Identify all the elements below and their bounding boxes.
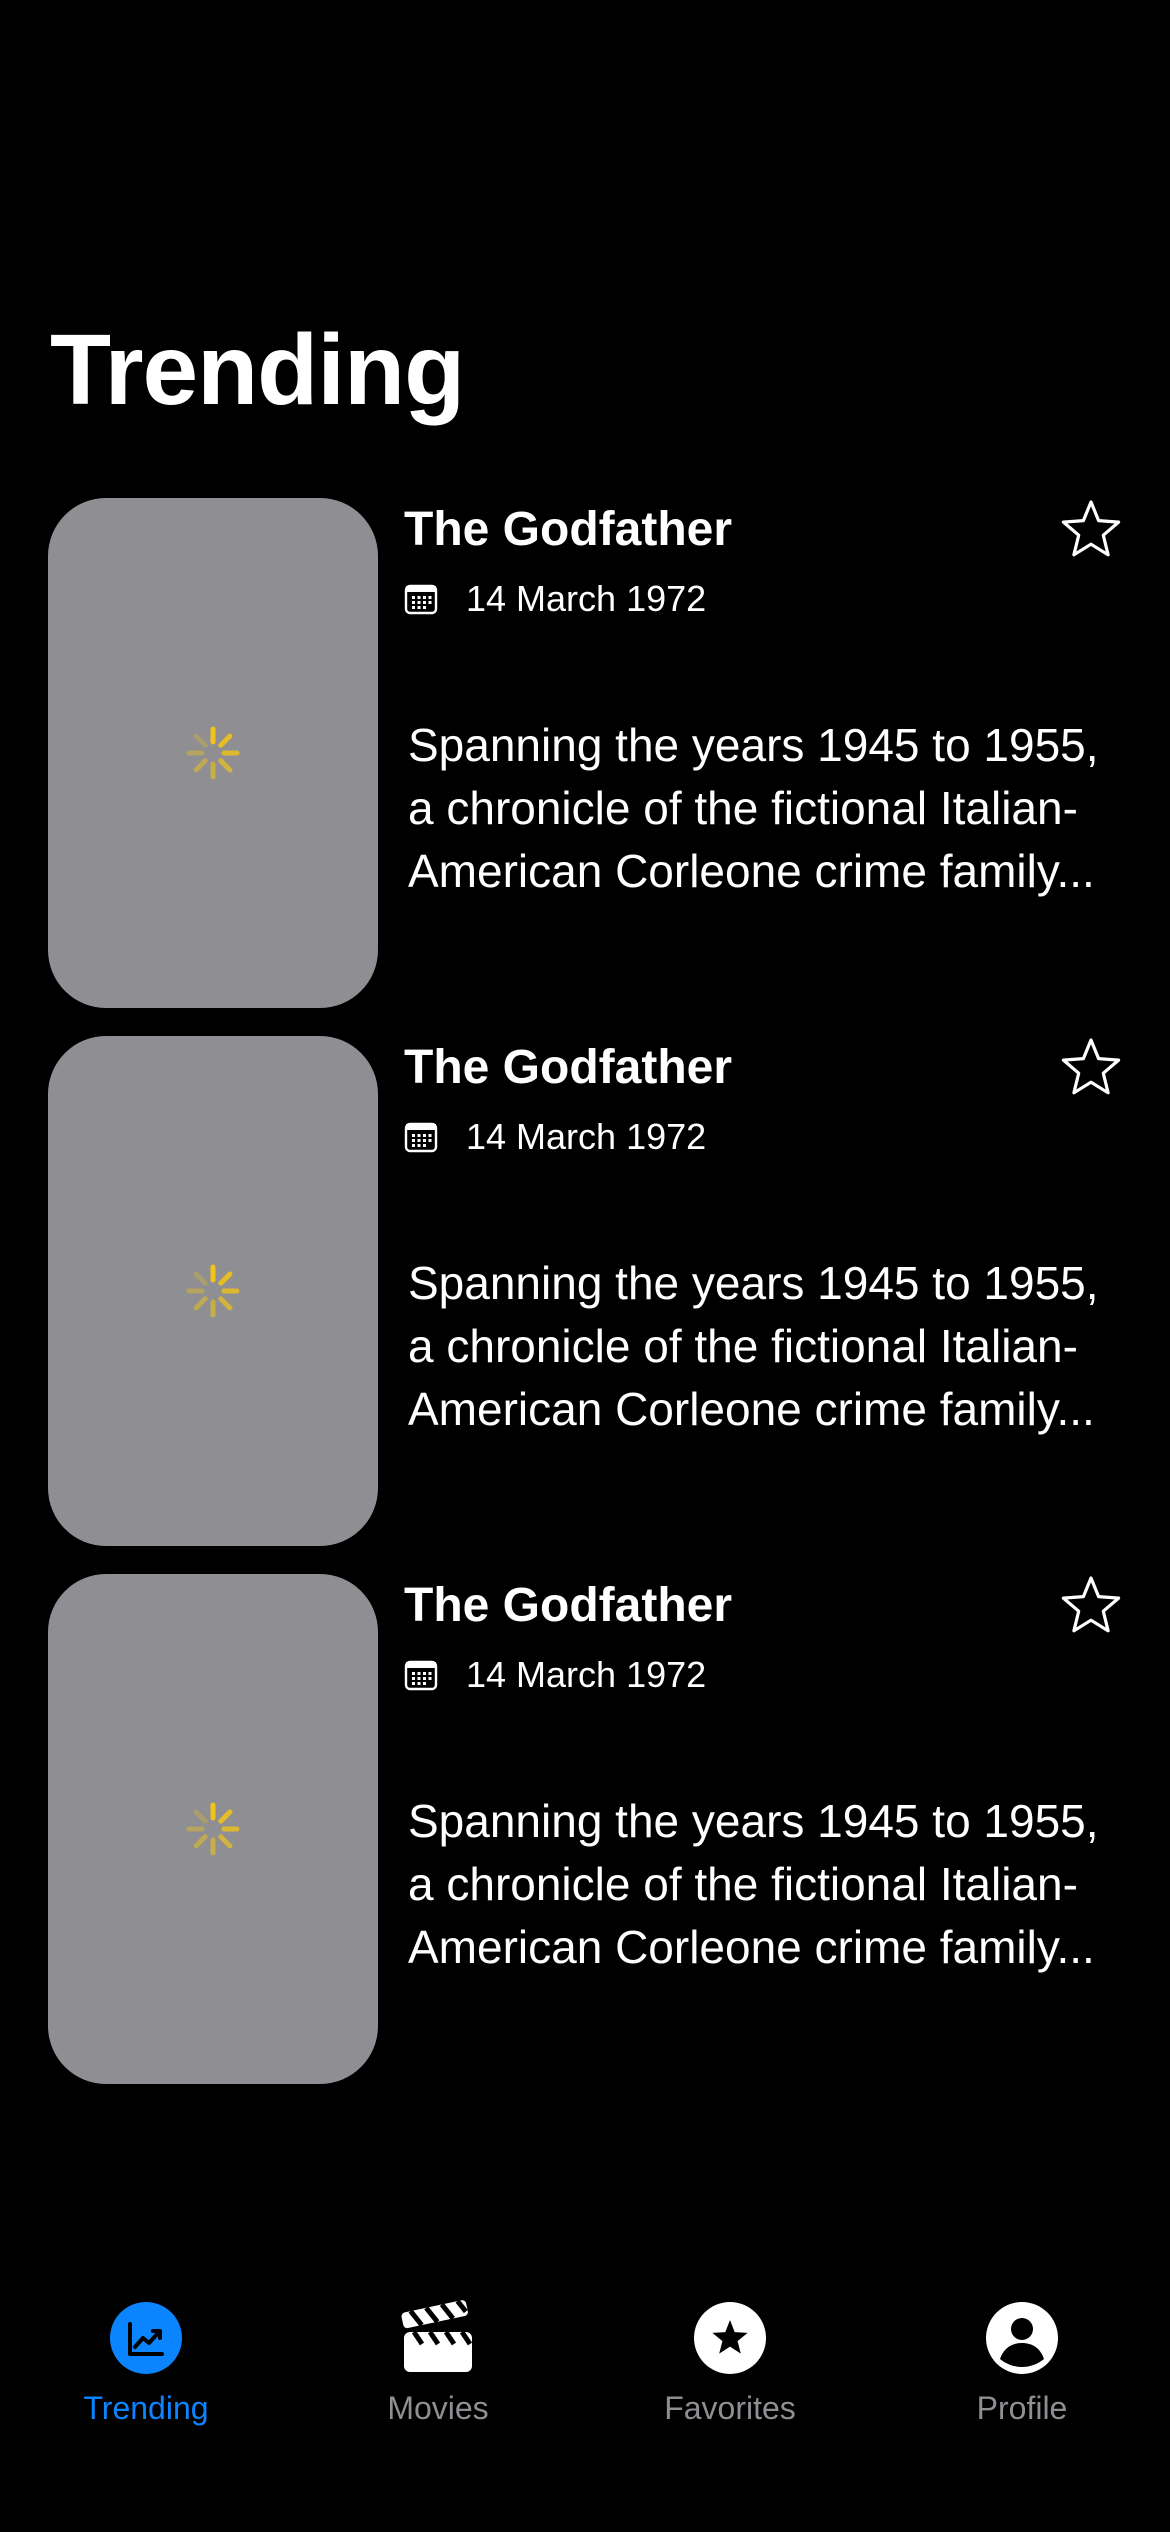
tab-bar: Trending Movies Favorites Profile — [0, 2290, 1170, 2450]
calendar-icon — [404, 1122, 438, 1153]
person-circle-icon — [986, 2302, 1058, 2374]
tab-label: Movies — [387, 2390, 489, 2426]
movie-card[interactable]: The Godfather 14 March 1972 Spanning the… — [0, 1574, 1170, 2112]
favorite-star-icon[interactable] — [1060, 498, 1122, 560]
loading-spinner-icon — [186, 726, 240, 780]
tab-label: Favorites — [664, 2390, 796, 2426]
poster-placeholder[interactable] — [48, 498, 378, 1008]
movie-list: The Godfather 14 March 1972 Spanning the… — [0, 498, 1170, 2112]
release-date-row: 14 March 1972 — [404, 1654, 706, 1696]
release-date-row: 14 March 1972 — [404, 578, 706, 620]
movie-card[interactable]: The Godfather 14 March 1972 Spanning the… — [0, 1036, 1170, 1574]
movie-title: The Godfather — [404, 1579, 733, 1632]
loading-spinner-icon — [186, 1264, 240, 1318]
movie-overview: Spanning the years 1945 to 1955, a chron… — [408, 719, 1099, 897]
release-date: 14 March 1972 — [466, 578, 707, 619]
movie-overview: Spanning the years 1945 to 1955, a chron… — [408, 1795, 1099, 1973]
trending-chart-icon — [110, 2302, 182, 2374]
favorite-star-icon[interactable] — [1060, 1574, 1122, 1636]
tab-profile[interactable]: Profile — [876, 2290, 1168, 2450]
tab-movies[interactable]: Movies — [292, 2290, 584, 2450]
release-date: 14 March 1972 — [466, 1654, 707, 1695]
movie-title: The Godfather — [404, 503, 733, 556]
calendar-icon — [404, 584, 438, 615]
movie-card[interactable]: The Godfather 14 March 1972 Spanning the… — [0, 498, 1170, 1036]
movie-overview: Spanning the years 1945 to 1955, a chron… — [408, 1257, 1099, 1435]
star-circle-icon — [694, 2302, 766, 2374]
page-title: Trending — [50, 314, 465, 426]
release-date: 14 March 1972 — [466, 1116, 707, 1157]
tab-trending[interactable]: Trending — [0, 2290, 292, 2450]
movie-title: The Godfather — [404, 1041, 733, 1094]
tab-favorites[interactable]: Favorites — [584, 2290, 876, 2450]
poster-placeholder[interactable] — [48, 1036, 378, 1546]
release-date-row: 14 March 1972 — [404, 1116, 706, 1158]
tab-label: Trending — [83, 2390, 209, 2426]
loading-spinner-icon — [186, 1802, 240, 1856]
clapperboard-icon — [401, 2300, 473, 2372]
tab-label: Profile — [976, 2390, 1068, 2426]
calendar-icon — [404, 1660, 438, 1691]
poster-placeholder[interactable] — [48, 1574, 378, 2084]
favorite-star-icon[interactable] — [1060, 1036, 1122, 1098]
